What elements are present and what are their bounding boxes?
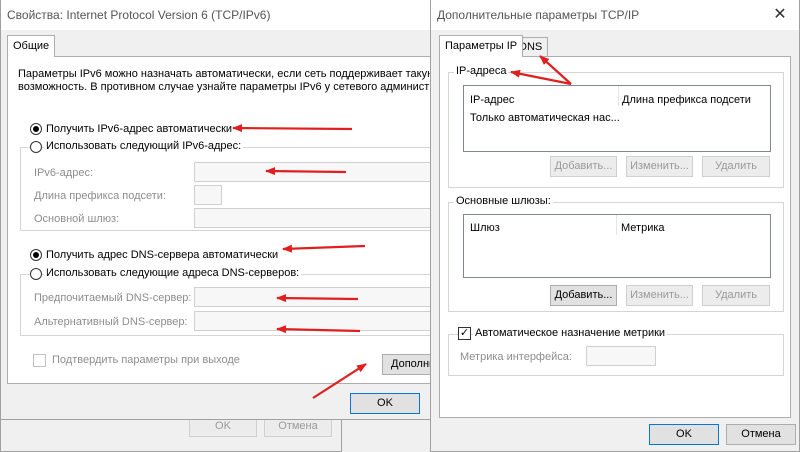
ip-settings-panel: IP-адреса IP-адрес Длина префикса подсет… [439,56,791,418]
list-item[interactable]: Только автоматическая нас... [470,112,620,124]
auto-metric-checkbox[interactable]: ✓ [458,327,471,340]
prefix-length-field[interactable] [194,185,222,205]
tab-ip-settings[interactable]: Параметры IP [439,35,524,57]
ipv6-address-field[interactable] [194,162,454,182]
radio-manual-ipv6-label[interactable]: Использовать следующий IPv6-адрес: [44,140,244,152]
default-gateway-field[interactable] [194,208,454,228]
gateway-list-header-metric[interactable]: Метрика [621,222,665,234]
advanced-tcpip-window: Дополнительные параметры TCP/IP ✕ Параме… [430,0,800,452]
auto-metric-label[interactable]: Автоматическое назначение метрики [473,327,668,339]
ip-edit-button[interactable]: Изменить... [626,156,693,177]
preferred-dns-field[interactable] [194,287,454,307]
ipv6-address-label: IPv6-адрес: [34,167,94,179]
radio-auto-ipv6-label[interactable]: Получить IPv6-адрес автоматически [46,123,232,135]
gateways-group-label: Основные шлюзы: [454,195,553,207]
interface-metric-label: Метрика интерфейса: [460,351,572,363]
advanced-cancel-button[interactable]: Отмена [726,424,796,445]
validate-on-exit-label[interactable]: Подтвердить параметры при выходе [52,354,240,366]
radio-auto-dns-label[interactable]: Получить адрес DNS-сервера автоматически [46,249,278,261]
default-gateway-label: Основной шлюз: [34,213,120,225]
alternate-dns-label: Альтернативный DNS-сервер: [34,316,188,328]
ip-add-button[interactable]: Добавить... [550,156,617,177]
prefix-length-label: Длина префикса подсети: [34,190,166,202]
gateway-edit-button[interactable]: Изменить... [626,285,693,306]
tab-general-label: Общие [13,40,50,52]
advanced-window-title: Дополнительные параметры TCP/IP [437,8,640,22]
tab-ip-settings-label: Параметры IP [445,40,518,52]
gateway-delete-button[interactable]: Удалить [702,285,770,306]
radio-auto-dns[interactable] [30,249,42,261]
ipv6-ok-button[interactable]: OK [350,393,420,414]
preferred-dns-label: Предпочитаемый DNS-сервер: [34,292,192,304]
radio-auto-ipv6[interactable] [30,123,42,135]
ip-delete-button[interactable]: Удалить [702,156,770,177]
advanced-ok-button[interactable]: OK [649,424,719,445]
ipv6-window-titlebar: Свойства: Internet Protocol Version 6 (T… [1,0,435,30]
ip-addresses-list[interactable]: IP-адрес Длина префикса подсети Только а… [463,85,771,152]
ipv6-properties-window: Свойства: Internet Protocol Version 6 (T… [0,0,468,420]
gateway-list-column-separator [616,215,617,235]
gateway-list-header-gateway[interactable]: Шлюз [470,222,500,234]
interface-metric-field[interactable] [586,346,656,366]
radio-manual-dns[interactable] [30,268,42,280]
ip-list-column-separator [618,86,619,106]
ipv6-window-title: Свойства: Internet Protocol Version 6 (T… [7,8,271,22]
tab-general[interactable]: Общие [7,35,56,57]
intro-text-line2: возможность. В противном случае узнайте … [18,81,468,93]
ip-list-header-address[interactable]: IP-адрес [470,94,514,106]
ip-addresses-group-label: IP-адреса [454,65,509,77]
ip-list-header-prefix[interactable]: Длина префикса подсети [622,94,751,106]
general-tab-panel: Параметры IPv6 можно назначать автоматич… [7,56,468,384]
gateway-add-button[interactable]: Добавить... [550,285,617,306]
gateways-list[interactable]: Шлюз Метрика [463,214,771,278]
advanced-window-titlebar: Дополнительные параметры TCP/IP [431,0,799,30]
alternate-dns-field[interactable] [194,311,454,331]
validate-on-exit-checkbox[interactable] [33,354,46,367]
radio-manual-ipv6[interactable] [30,141,42,153]
close-icon[interactable]: ✕ [765,0,795,30]
radio-manual-dns-label[interactable]: Использовать следующие адреса DNS-сервер… [44,267,302,279]
intro-text-line1: Параметры IPv6 можно назначать автоматич… [18,68,436,80]
